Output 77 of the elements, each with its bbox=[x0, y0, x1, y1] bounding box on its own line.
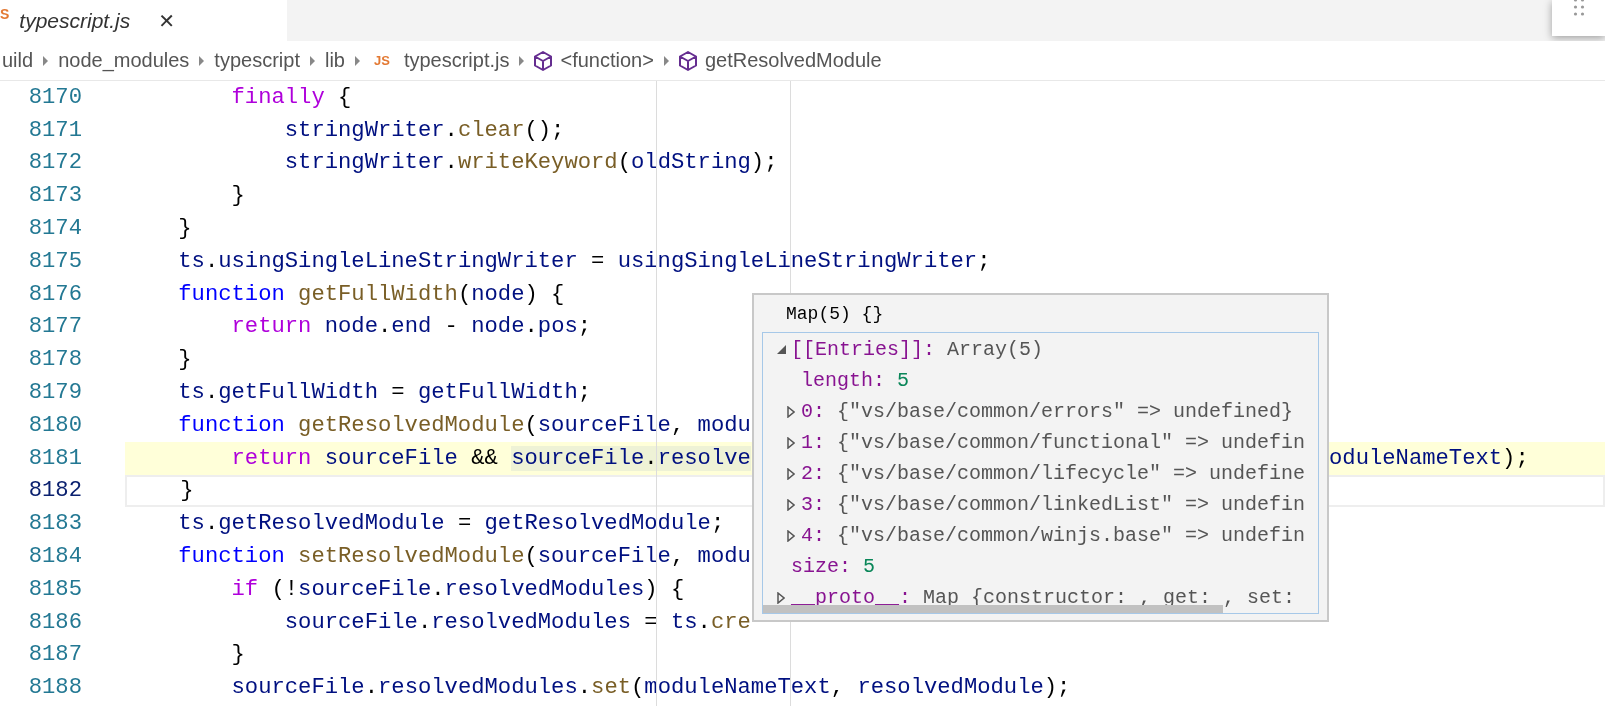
code-line: ts.getFullWidth = getFullWidth; bbox=[177, 380, 592, 406]
breadcrumb-item[interactable]: typescript bbox=[214, 49, 300, 72]
line-number: 8173 bbox=[27, 183, 82, 209]
code-line: ts.usingSingleLineStringWriter = usingSingleLineStringWriter; bbox=[177, 248, 991, 274]
tree-entry[interactable]: 4: {"vs/base/common/winjs.base" => undefin bbox=[801, 524, 1306, 547]
code-line: } bbox=[177, 347, 192, 373]
tree-entry: size: 5 bbox=[791, 555, 876, 578]
breadcrumb-chevron-icon bbox=[42, 54, 50, 67]
hover-title: Map(5) {} bbox=[785, 302, 885, 326]
line-number: 8170 bbox=[27, 84, 82, 110]
collapsed-triangle-icon[interactable] bbox=[777, 591, 785, 604]
line-number: 8172 bbox=[27, 150, 82, 176]
expanded-triangle-icon[interactable] bbox=[775, 344, 787, 355]
line-number: 8182 bbox=[27, 478, 82, 504]
line-number: 8185 bbox=[27, 576, 82, 602]
tree-entry: length: 5 bbox=[801, 369, 910, 392]
code-line: if (!sourceFile.resolvedModules) { bbox=[230, 576, 685, 602]
code-line: } bbox=[230, 642, 245, 668]
code-line: } bbox=[177, 216, 192, 242]
line-number: 8175 bbox=[27, 248, 82, 274]
breadcrumb-item[interactable]: <function> bbox=[560, 49, 654, 72]
breadcrumb-item[interactable]: typescript.js bbox=[403, 49, 510, 72]
line-number: 8179 bbox=[27, 380, 82, 406]
js-file-icon: JS bbox=[373, 53, 390, 68]
code-line: stringWriter.writeKeyword(oldString); bbox=[283, 150, 778, 176]
code-line: sourceFile.resolvedModules = ts.cre bbox=[283, 609, 751, 635]
line-number: 8186 bbox=[27, 609, 82, 635]
code-line: stringWriter.clear(); bbox=[283, 117, 565, 143]
js-file-icon: S bbox=[0, 5, 10, 22]
line-number: 8183 bbox=[27, 511, 82, 537]
tree-entry[interactable]: 0: {"vs/base/common/errors" => undefined} bbox=[801, 400, 1294, 423]
grip-icon[interactable] bbox=[1572, 0, 1585, 18]
code-line: function setResolvedModule(sourceFile, modu bbox=[177, 544, 751, 570]
code-line: function getResolvedModule(sourceFile, modu bbox=[177, 412, 751, 438]
code-line: function getFullWidth(node) { bbox=[177, 281, 565, 307]
breadcrumb-chevron-icon bbox=[198, 54, 206, 67]
code-line: } bbox=[179, 478, 194, 504]
cube-icon bbox=[534, 50, 553, 71]
tree-entry[interactable]: 1: {"vs/base/common/functional" => undefin bbox=[801, 431, 1306, 454]
breadcrumb-item[interactable]: getResolvedModule bbox=[704, 49, 882, 72]
breadcrumb-chevron-icon bbox=[662, 54, 670, 67]
breadcrumb-item[interactable]: node_modules bbox=[58, 49, 190, 72]
code-line: finally { bbox=[230, 84, 352, 110]
code-line: return node.end - node.pos; bbox=[230, 314, 592, 340]
code-line: ts.getResolvedModule = getResolvedModule; bbox=[177, 511, 725, 537]
horizontal-scrollbar[interactable] bbox=[763, 605, 1223, 613]
code-line: } bbox=[230, 183, 245, 209]
line-number: 8174 bbox=[27, 216, 82, 242]
line-number: 8181 bbox=[27, 445, 82, 471]
line-number: 8171 bbox=[27, 117, 82, 143]
drag-handle-panel[interactable] bbox=[1552, 0, 1605, 36]
line-number: 8178 bbox=[27, 347, 82, 373]
breadcrumb-chevron-icon bbox=[353, 54, 361, 67]
line-number: 8188 bbox=[27, 675, 82, 701]
breadcrumb-chevron-icon bbox=[518, 54, 526, 67]
line-number: 8184 bbox=[27, 544, 82, 570]
collapsed-triangle-icon[interactable] bbox=[787, 498, 795, 511]
line-number: 8177 bbox=[27, 314, 82, 340]
cube-icon bbox=[678, 50, 697, 71]
tree-entry[interactable]: [[Entries]]: Array(5) bbox=[791, 338, 1044, 361]
line-number: 8187 bbox=[27, 642, 82, 668]
tree-entry[interactable]: 2: {"vs/base/common/lifecycle" => undefine bbox=[801, 462, 1306, 485]
breadcrumb-chevron-icon bbox=[308, 54, 316, 67]
close-button[interactable]: ✕ bbox=[154, 8, 179, 33]
code-line: sourceFile.resolvedModules.set(moduleNameText, resolvedModule); bbox=[230, 675, 1071, 701]
collapsed-triangle-icon[interactable] bbox=[787, 436, 795, 449]
collapsed-triangle-icon[interactable] bbox=[787, 529, 795, 542]
tree-entry[interactable]: 3: {"vs/base/common/linkedList" => undefin bbox=[801, 493, 1306, 516]
editor-tab[interactable]: S typescript.js ✕ bbox=[0, 0, 287, 41]
code-line: return sourceFile && sourceFile.resolve bbox=[230, 445, 751, 471]
code-line: oduleNameText); bbox=[1329, 445, 1529, 471]
collapsed-triangle-icon[interactable] bbox=[787, 467, 795, 480]
collapsed-triangle-icon[interactable] bbox=[787, 405, 795, 418]
breadcrumb-item[interactable]: uild bbox=[2, 49, 34, 72]
breadcrumb-item[interactable]: lib bbox=[324, 49, 345, 72]
line-number: 8176 bbox=[27, 281, 82, 307]
line-number: 8180 bbox=[27, 412, 82, 438]
